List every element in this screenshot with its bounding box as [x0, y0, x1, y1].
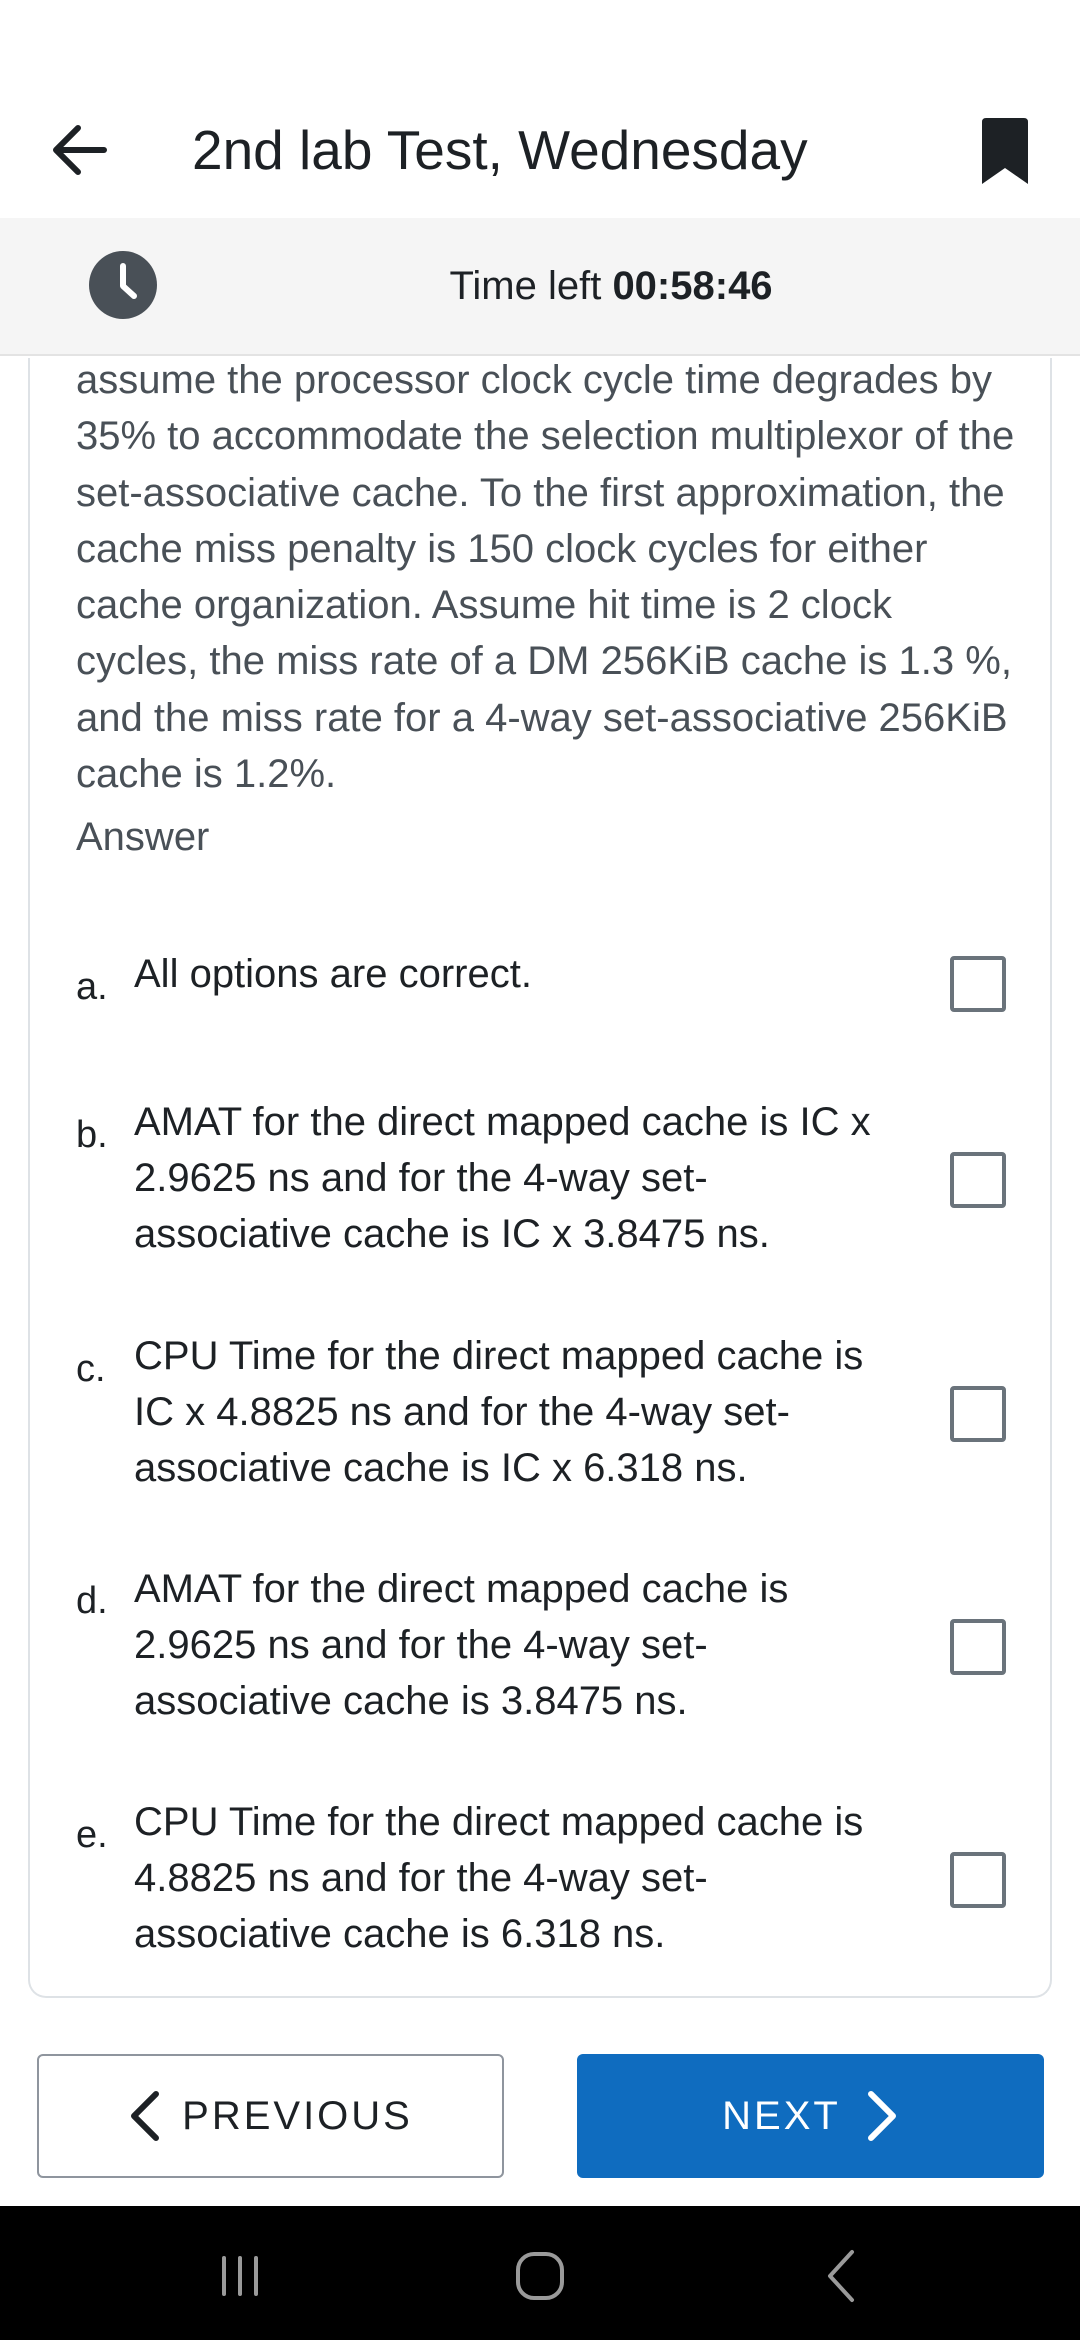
bookmark-button[interactable] [978, 118, 1032, 186]
previous-button[interactable]: PREVIOUS [37, 2054, 504, 2178]
option-checkbox[interactable] [950, 1152, 1006, 1208]
option-letter: e. [76, 1814, 108, 1856]
app-header: 2nd lab Test, Wednesday [0, 0, 1080, 218]
next-button-label: NEXT [722, 2093, 841, 2138]
option-text: CPU Time for the direct mapped cache is … [134, 1800, 864, 1956]
recents-icon[interactable] [200, 2236, 280, 2316]
option-text: All options are correct. [134, 952, 532, 996]
system-back-icon[interactable] [802, 2236, 882, 2316]
chevron-right-icon [867, 2091, 896, 2141]
page-title: 2nd lab Test, Wednesday [192, 119, 808, 181]
option-letter: c. [76, 1348, 106, 1390]
option-text: AMAT for the direct mapped cache is 2.96… [134, 1567, 789, 1723]
arrow-left-icon [53, 125, 107, 175]
answer-label: Answer [76, 815, 210, 859]
question-text: assume the processor clock cycle time de… [76, 358, 1015, 797]
next-button[interactable]: NEXT [577, 2054, 1044, 2178]
back-button[interactable] [42, 112, 118, 188]
time-left: Time left 00:58:46 [0, 264, 1080, 309]
option-text: CPU Time for the direct mapped cache is … [134, 1334, 864, 1490]
option-checkbox[interactable] [950, 956, 1006, 1012]
bookmark-icon [982, 118, 1028, 184]
option-checkbox[interactable] [950, 1386, 1006, 1442]
time-left-value: 00:58:46 [612, 264, 773, 308]
option-letter: d. [76, 1580, 108, 1622]
option-letter: a. [76, 966, 108, 1008]
option-letter: b. [76, 1114, 108, 1156]
chevron-left-icon [131, 2091, 160, 2141]
time-left-label: Time left [449, 264, 602, 308]
option-checkbox[interactable] [950, 1619, 1006, 1675]
previous-button-label: PREVIOUS [182, 2093, 413, 2138]
option-checkbox[interactable] [950, 1852, 1006, 1908]
system-navigation-bar [0, 2206, 1080, 2340]
option-text: AMAT for the direct mapped cache is IC x… [134, 1100, 871, 1256]
home-icon[interactable] [500, 2236, 580, 2316]
